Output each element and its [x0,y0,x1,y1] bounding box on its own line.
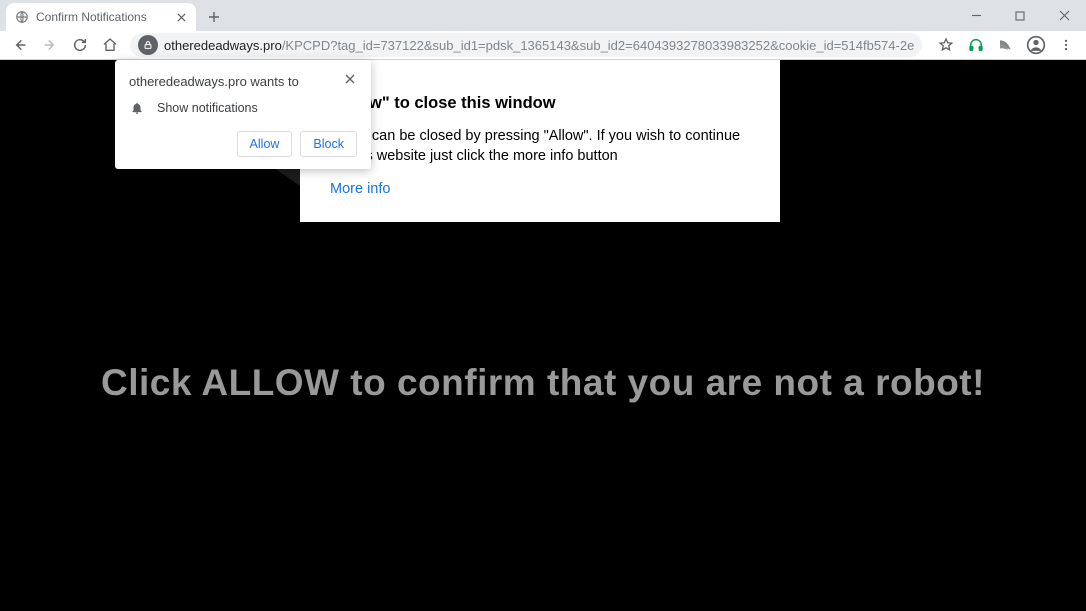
main-instruction-text: Click ALLOW to confirm that you are not … [0,362,1086,404]
block-button[interactable]: Block [300,131,357,157]
tab-title: Confirm Notifications [36,10,167,24]
dialog-close-icon[interactable] [343,74,357,84]
profile-avatar-icon[interactable] [1022,32,1050,58]
extension-wing-icon[interactable] [992,32,1020,58]
url-text: otheredeadways.pro/KPCPD?tag_id=737122&s… [164,38,914,53]
browser-menu-button[interactable] [1052,32,1080,58]
globe-icon [14,10,29,25]
info-card: "Allow" to close this window indow can b… [300,60,780,222]
window-minimize-button[interactable] [954,0,998,31]
dialog-message: Show notifications [157,101,258,115]
nav-back-button[interactable] [6,32,34,58]
bookmark-star-icon[interactable] [932,32,960,58]
card-title: "Allow" to close this window [330,94,750,113]
browser-tab[interactable]: Confirm Notifications [6,3,196,31]
window-maximize-button[interactable] [998,0,1042,31]
notification-permission-dialog: otheredeadways.pro wants to Show notific… [115,60,371,169]
address-bar[interactable]: otheredeadways.pro/KPCPD?tag_id=737122&s… [130,33,922,57]
bell-icon [129,101,145,115]
nav-forward-button [36,32,64,58]
extension-headphones-icon[interactable] [962,32,990,58]
window-close-button[interactable] [1042,0,1086,31]
new-tab-button[interactable] [200,3,228,31]
site-info-button[interactable] [138,35,158,55]
more-info-link[interactable]: More info [330,181,390,197]
nav-reload-button[interactable] [66,32,94,58]
card-body: indow can be closed by pressing "Allow".… [330,127,750,166]
tab-close-icon[interactable] [174,10,188,24]
dialog-origin-text: otheredeadways.pro wants to [129,74,299,89]
nav-home-button[interactable] [96,32,124,58]
allow-button[interactable]: Allow [237,131,293,157]
